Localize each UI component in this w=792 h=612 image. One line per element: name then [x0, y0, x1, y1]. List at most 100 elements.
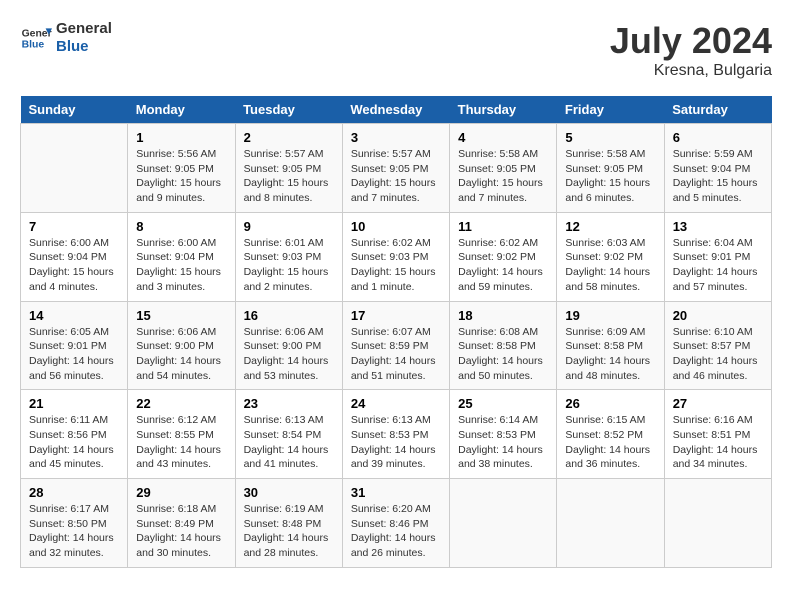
day-info: Sunrise: 6:16 AMSunset: 8:51 PMDaylight:…: [673, 413, 763, 472]
day-info: Sunrise: 6:01 AMSunset: 9:03 PMDaylight:…: [244, 236, 334, 295]
calendar-cell: 3 Sunrise: 5:57 AMSunset: 9:05 PMDaylight…: [342, 124, 449, 213]
day-number: 27: [673, 396, 763, 411]
day-info: Sunrise: 6:12 AMSunset: 8:55 PMDaylight:…: [136, 413, 226, 472]
day-info: Sunrise: 6:06 AMSunset: 9:00 PMDaylight:…: [244, 325, 334, 384]
day-number: 9: [244, 219, 334, 234]
day-info: Sunrise: 6:11 AMSunset: 8:56 PMDaylight:…: [29, 413, 119, 472]
month-title: July 2024: [610, 20, 772, 62]
day-number: 31: [351, 485, 441, 500]
calendar-cell: 16 Sunrise: 6:06 AMSunset: 9:00 PMDayligh…: [235, 301, 342, 390]
logo-blue: Blue: [56, 38, 112, 56]
logo: General Blue General Blue: [20, 20, 112, 56]
calendar-table: SundayMondayTuesdayWednesdayThursdayFrid…: [20, 96, 772, 568]
week-row-3: 14Sunrise: 6:05 AMSunset: 9:01 PMDayligh…: [21, 301, 772, 390]
calendar-cell: [557, 479, 664, 568]
day-info: Sunrise: 5:59 AMSunset: 9:04 PMDaylight:…: [673, 147, 763, 206]
calendar-cell: 13 Sunrise: 6:04 AMSunset: 9:01 PMDayligh…: [664, 212, 771, 301]
day-number: 12: [565, 219, 655, 234]
calendar-cell: 21Sunrise: 6:11 AMSunset: 8:56 PMDayligh…: [21, 390, 128, 479]
day-number: 14: [29, 308, 119, 323]
calendar-cell: 9 Sunrise: 6:01 AMSunset: 9:03 PMDaylight…: [235, 212, 342, 301]
day-number: 29: [136, 485, 226, 500]
calendar-cell: 25 Sunrise: 6:14 AMSunset: 8:53 PMDayligh…: [450, 390, 557, 479]
day-number: 11: [458, 219, 548, 234]
day-info: Sunrise: 6:00 AMSunset: 9:04 PMDaylight:…: [136, 236, 226, 295]
day-number: 25: [458, 396, 548, 411]
calendar-cell: [21, 124, 128, 213]
day-info: Sunrise: 6:14 AMSunset: 8:53 PMDaylight:…: [458, 413, 548, 472]
day-info: Sunrise: 6:02 AMSunset: 9:02 PMDaylight:…: [458, 236, 548, 295]
location-subtitle: Kresna, Bulgaria: [610, 62, 772, 80]
calendar-cell: 18Sunrise: 6:08 AMSunset: 8:58 PMDayligh…: [450, 301, 557, 390]
calendar-cell: 30 Sunrise: 6:19 AMSunset: 8:48 PMDayligh…: [235, 479, 342, 568]
day-info: Sunrise: 6:03 AMSunset: 9:02 PMDaylight:…: [565, 236, 655, 295]
day-info: Sunrise: 6:02 AMSunset: 9:03 PMDaylight:…: [351, 236, 441, 295]
day-info: Sunrise: 5:58 AMSunset: 9:05 PMDaylight:…: [458, 147, 548, 206]
calendar-cell: 14Sunrise: 6:05 AMSunset: 9:01 PMDayligh…: [21, 301, 128, 390]
calendar-cell: 19Sunrise: 6:09 AMSunset: 8:58 PMDayligh…: [557, 301, 664, 390]
calendar-cell: 10Sunrise: 6:02 AMSunset: 9:03 PMDayligh…: [342, 212, 449, 301]
day-info: Sunrise: 6:08 AMSunset: 8:58 PMDaylight:…: [458, 325, 548, 384]
day-info: Sunrise: 6:13 AMSunset: 8:53 PMDaylight:…: [351, 413, 441, 472]
day-info: Sunrise: 6:20 AMSunset: 8:46 PMDaylight:…: [351, 502, 441, 561]
day-info: Sunrise: 6:13 AMSunset: 8:54 PMDaylight:…: [244, 413, 334, 472]
calendar-cell: 6 Sunrise: 5:59 AMSunset: 9:04 PMDaylight…: [664, 124, 771, 213]
calendar-cell: 1Sunrise: 5:56 AMSunset: 9:05 PMDaylight…: [128, 124, 235, 213]
day-info: Sunrise: 5:57 AMSunset: 9:05 PMDaylight:…: [351, 147, 441, 206]
day-info: Sunrise: 6:15 AMSunset: 8:52 PMDaylight:…: [565, 413, 655, 472]
day-number: 15: [136, 308, 226, 323]
calendar-cell: 24 Sunrise: 6:13 AMSunset: 8:53 PMDayligh…: [342, 390, 449, 479]
calendar-cell: 12 Sunrise: 6:03 AMSunset: 9:02 PMDayligh…: [557, 212, 664, 301]
day-number: 28: [29, 485, 119, 500]
weekday-header-sunday: Sunday: [21, 96, 128, 124]
day-info: Sunrise: 6:04 AMSunset: 9:01 PMDaylight:…: [673, 236, 763, 295]
day-number: 19: [565, 308, 655, 323]
day-info: Sunrise: 6:06 AMSunset: 9:00 PMDaylight:…: [136, 325, 226, 384]
calendar-cell: [664, 479, 771, 568]
calendar-cell: 26Sunrise: 6:15 AMSunset: 8:52 PMDayligh…: [557, 390, 664, 479]
calendar-cell: 4 Sunrise: 5:58 AMSunset: 9:05 PMDaylight…: [450, 124, 557, 213]
week-row-4: 21Sunrise: 6:11 AMSunset: 8:56 PMDayligh…: [21, 390, 772, 479]
day-number: 3: [351, 130, 441, 145]
weekday-header-wednesday: Wednesday: [342, 96, 449, 124]
day-info: Sunrise: 5:57 AMSunset: 9:05 PMDaylight:…: [244, 147, 334, 206]
weekday-header-saturday: Saturday: [664, 96, 771, 124]
weekday-header-tuesday: Tuesday: [235, 96, 342, 124]
calendar-cell: 28 Sunrise: 6:17 AMSunset: 8:50 PMDayligh…: [21, 479, 128, 568]
calendar-cell: 2Sunrise: 5:57 AMSunset: 9:05 PMDaylight…: [235, 124, 342, 213]
calendar-cell: [450, 479, 557, 568]
logo-icon: General Blue: [20, 22, 52, 54]
week-row-5: 28 Sunrise: 6:17 AMSunset: 8:50 PMDayligh…: [21, 479, 772, 568]
week-row-2: 7Sunrise: 6:00 AMSunset: 9:04 PMDaylight…: [21, 212, 772, 301]
weekday-header-thursday: Thursday: [450, 96, 557, 124]
calendar-cell: 15 Sunrise: 6:06 AMSunset: 9:00 PMDayligh…: [128, 301, 235, 390]
calendar-cell: 22 Sunrise: 6:12 AMSunset: 8:55 PMDayligh…: [128, 390, 235, 479]
day-number: 24: [351, 396, 441, 411]
day-number: 5: [565, 130, 655, 145]
weekday-header-row: SundayMondayTuesdayWednesdayThursdayFrid…: [21, 96, 772, 124]
weekday-header-friday: Friday: [557, 96, 664, 124]
day-number: 16: [244, 308, 334, 323]
calendar-cell: 27 Sunrise: 6:16 AMSunset: 8:51 PMDayligh…: [664, 390, 771, 479]
page-header: General Blue General Blue July 2024 Kres…: [20, 20, 772, 80]
svg-text:Blue: Blue: [22, 40, 45, 51]
day-number: 4: [458, 130, 548, 145]
calendar-cell: 11 Sunrise: 6:02 AMSunset: 9:02 PMDayligh…: [450, 212, 557, 301]
day-info: Sunrise: 6:17 AMSunset: 8:50 PMDaylight:…: [29, 502, 119, 561]
calendar-cell: 29Sunrise: 6:18 AMSunset: 8:49 PMDayligh…: [128, 479, 235, 568]
day-number: 13: [673, 219, 763, 234]
day-number: 30: [244, 485, 334, 500]
day-number: 8: [136, 219, 226, 234]
calendar-cell: 17Sunrise: 6:07 AMSunset: 8:59 PMDayligh…: [342, 301, 449, 390]
day-info: Sunrise: 5:58 AMSunset: 9:05 PMDaylight:…: [565, 147, 655, 206]
day-number: 22: [136, 396, 226, 411]
day-info: Sunrise: 6:19 AMSunset: 8:48 PMDaylight:…: [244, 502, 334, 561]
title-block: July 2024 Kresna, Bulgaria: [610, 20, 772, 80]
day-number: 17: [351, 308, 441, 323]
day-info: Sunrise: 5:56 AMSunset: 9:05 PMDaylight:…: [136, 147, 226, 206]
calendar-cell: 31 Sunrise: 6:20 AMSunset: 8:46 PMDayligh…: [342, 479, 449, 568]
calendar-cell: 5 Sunrise: 5:58 AMSunset: 9:05 PMDaylight…: [557, 124, 664, 213]
day-info: Sunrise: 6:10 AMSunset: 8:57 PMDaylight:…: [673, 325, 763, 384]
week-row-1: 1Sunrise: 5:56 AMSunset: 9:05 PMDaylight…: [21, 124, 772, 213]
day-number: 6: [673, 130, 763, 145]
